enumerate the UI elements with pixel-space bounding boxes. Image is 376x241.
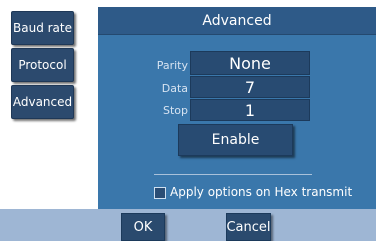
hex-transmit-checkbox[interactable] (154, 187, 166, 199)
ok-button[interactable]: OK (121, 213, 165, 241)
hex-transmit-label[interactable]: Apply options on Hex transmit (170, 185, 352, 199)
footer-bar: OK Cancel (0, 209, 376, 241)
panel-title: Advanced (98, 7, 376, 35)
sidebar-item-protocol[interactable]: Protocol (11, 48, 74, 82)
enable-button[interactable]: Enable (178, 124, 293, 156)
sidebar-item-advanced[interactable]: Advanced (11, 85, 74, 119)
advanced-panel: Advanced Parity None Data 7 Stop 1 Enabl… (98, 7, 376, 209)
divider (154, 174, 312, 175)
parity-selector[interactable]: None (190, 51, 310, 75)
sidebar-item-label: Advanced (12, 95, 73, 109)
stop-bits-selector[interactable]: 1 (190, 99, 310, 121)
parity-label: Parity (156, 59, 188, 72)
data-bits-label: Data (161, 82, 188, 95)
stop-bits-label: Stop (162, 104, 188, 117)
sidebar-item-label: Baud rate (13, 21, 72, 35)
cancel-button[interactable]: Cancel (226, 213, 271, 241)
sidebar-item-baud-rate[interactable]: Baud rate (11, 11, 74, 45)
data-bits-selector[interactable]: 7 (190, 76, 310, 98)
sidebar-item-label: Protocol (18, 58, 67, 72)
